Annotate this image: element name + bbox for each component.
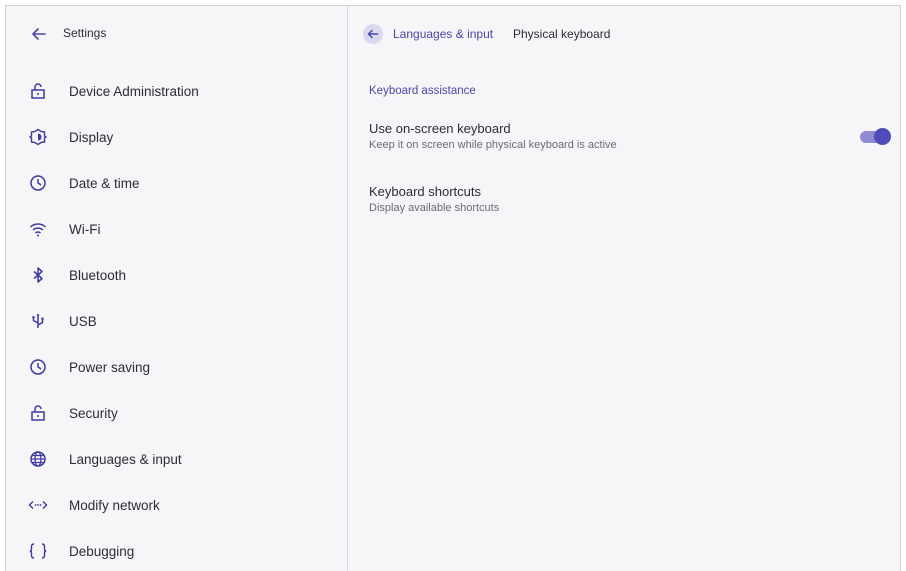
sidebar-item-label: Debugging	[69, 543, 135, 559]
sidebar-item-display[interactable]: Display	[6, 114, 347, 160]
sidebar-list: Device Administration Display Date & tim…	[6, 68, 347, 571]
onscreen-keyboard-toggle[interactable]	[860, 127, 891, 147]
sidebar-item-device-administration[interactable]: Device Administration	[6, 68, 347, 114]
sidebar-item-modify-network[interactable]: Modify network	[6, 482, 347, 528]
wifi-icon	[28, 219, 48, 239]
sidebar-item-label: Display	[69, 129, 114, 145]
toggle-thumb	[874, 128, 891, 145]
bluetooth-icon	[28, 265, 48, 285]
sidebar-item-date-time[interactable]: Date & time	[6, 160, 347, 206]
sidebar-item-label: Wi-Fi	[69, 221, 101, 237]
sidebar-item-bluetooth[interactable]: Bluetooth	[6, 252, 347, 298]
sidebar-header: Settings	[6, 6, 347, 62]
back-button-icon[interactable]	[363, 24, 383, 44]
sidebar-item-label: Bluetooth	[69, 267, 127, 283]
pref-summary: Keep it on screen while physical keyboar…	[369, 139, 617, 151]
usb-icon	[28, 311, 48, 331]
unlock-icon	[28, 81, 48, 101]
sidebar-item-debugging[interactable]: Debugging	[6, 528, 347, 571]
sidebar-item-label: Modify network	[69, 497, 160, 513]
sidebar-item-languages-input[interactable]: Languages & input	[6, 436, 347, 482]
sidebar: Settings Device Administration Display D	[6, 6, 348, 571]
pref-use-onscreen-keyboard[interactable]: Use on-screen keyboard Keep it on screen…	[369, 121, 617, 151]
sidebar-item-wifi[interactable]: Wi-Fi	[6, 206, 347, 252]
sidebar-item-security[interactable]: Security	[6, 390, 347, 436]
breadcrumb-parent[interactable]: Languages & input	[393, 27, 493, 41]
sidebar-item-label: Date & time	[69, 175, 140, 191]
settings-window: Settings Device Administration Display D	[5, 5, 901, 571]
pref-summary: Display available shortcuts	[369, 202, 500, 214]
sidebar-item-label: USB	[69, 313, 97, 329]
main-panel: Languages & input Physical keyboard Keyb…	[348, 6, 900, 571]
brightness-icon	[28, 127, 48, 147]
pref-title: Use on-screen keyboard	[369, 121, 511, 136]
pref-title: Keyboard shortcuts	[369, 184, 482, 199]
sidebar-item-label: Device Administration	[69, 83, 199, 99]
sidebar-title: Settings	[63, 26, 107, 40]
sidebar-item-label: Security	[69, 405, 118, 421]
clock-icon	[28, 357, 48, 377]
sidebar-item-usb[interactable]: USB	[6, 298, 347, 344]
braces-icon	[28, 541, 48, 561]
clock-icon	[28, 173, 48, 193]
page-title: Physical keyboard	[513, 27, 611, 41]
unlock-icon	[28, 403, 48, 423]
back-arrow-icon[interactable]	[29, 24, 49, 44]
sidebar-item-power-saving[interactable]: Power saving	[6, 344, 347, 390]
sidebar-item-label: Power saving	[69, 359, 151, 375]
section-title: Keyboard assistance	[369, 85, 476, 97]
network-icon	[28, 495, 48, 515]
sidebar-item-label: Languages & input	[69, 451, 182, 467]
globe-icon	[28, 449, 48, 469]
pref-keyboard-shortcuts[interactable]: Keyboard shortcuts Display available sho…	[369, 184, 499, 214]
